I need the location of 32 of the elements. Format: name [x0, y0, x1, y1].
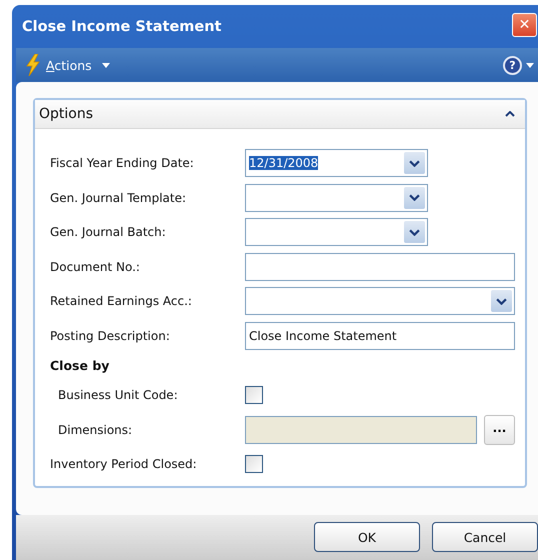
checkbox[interactable] [245, 455, 263, 474]
help-button[interactable]: ? [503, 56, 522, 74]
dropdown-field[interactable] [245, 218, 428, 246]
text-field[interactable]: Close Income Statement [245, 322, 515, 350]
collapse-icon[interactable] [505, 111, 515, 117]
dropdown-field[interactable]: 12/31/2008 [245, 149, 428, 178]
dropdown-icon[interactable] [404, 186, 425, 209]
ok-button[interactable]: OK [314, 522, 420, 552]
field-label: Fiscal Year Ending Date: [50, 156, 195, 170]
lightning-icon [26, 54, 40, 76]
dropdown-icon[interactable] [491, 290, 512, 312]
field-label: Gen. Journal Batch: [50, 225, 167, 240]
section-heading: Close by [50, 357, 110, 375]
field-label: Document No.: [50, 260, 141, 274]
caret-icon [526, 62, 534, 68]
panel-title: Options [39, 106, 94, 122]
field-label: Posting Description: [50, 328, 171, 343]
field-label: Business Unit Code: [57, 388, 179, 402]
field-label: Inventory Period Closed: [50, 457, 198, 472]
dropdown-field[interactable] [245, 184, 428, 212]
actions-menu-button[interactable]: Actions [26, 54, 110, 76]
cancel-button[interactable]: Cancel [432, 522, 538, 552]
dropdown-icon[interactable] [404, 152, 425, 174]
field-label: Gen. Journal Template: [50, 190, 188, 205]
text-field[interactable] [245, 252, 515, 281]
field-label: Retained Earnings Acc.: [50, 294, 193, 308]
dropdown-field[interactable] [245, 287, 515, 316]
caret-icon [102, 62, 110, 68]
dropdown-icon[interactable] [404, 221, 425, 244]
window-title: Close Income Statement [22, 18, 222, 34]
checkbox[interactable] [245, 386, 263, 404]
field-label: Dimensions: [57, 422, 134, 437]
